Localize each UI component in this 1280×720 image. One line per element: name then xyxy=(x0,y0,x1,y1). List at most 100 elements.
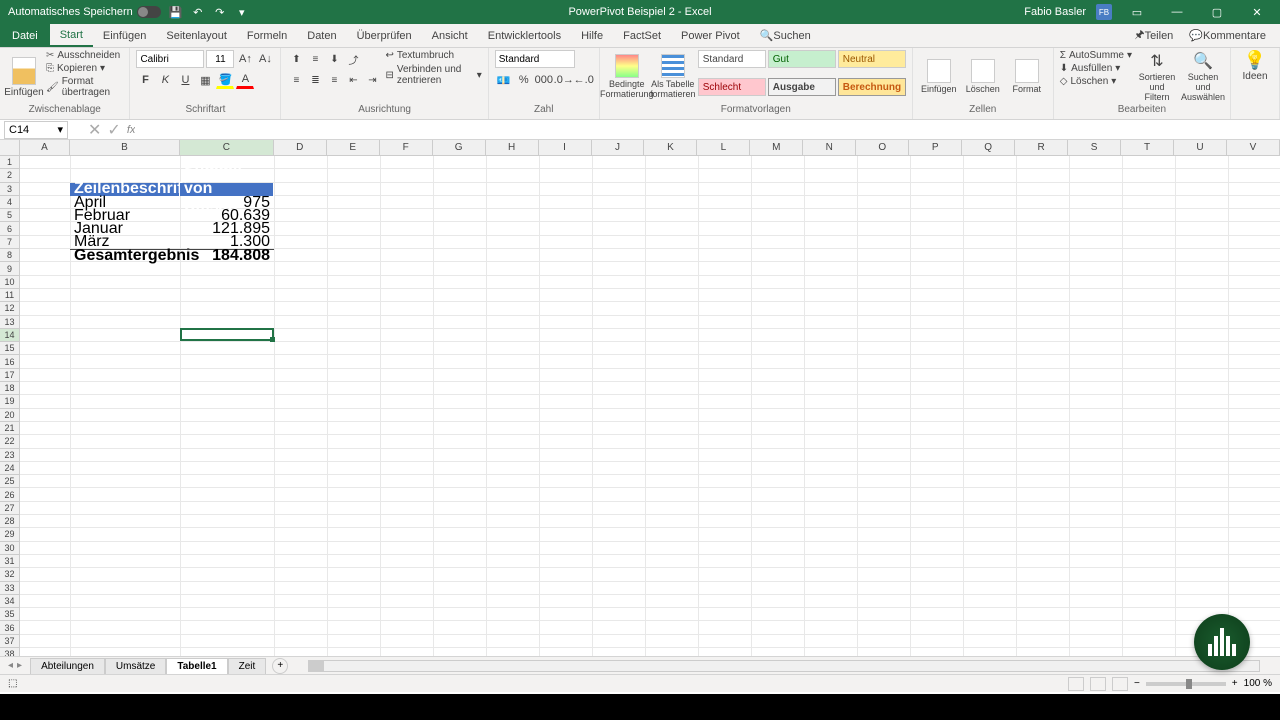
format-cells-button[interactable]: Format xyxy=(1007,50,1047,104)
sheet-tab-zeit[interactable]: Zeit xyxy=(228,658,267,674)
user-avatar[interactable]: FB xyxy=(1096,4,1112,20)
row-header-12[interactable]: 12 xyxy=(0,302,19,315)
col-header-J[interactable]: J xyxy=(592,140,645,155)
row-header-2[interactable]: 2 xyxy=(0,169,19,182)
col-header-N[interactable]: N xyxy=(803,140,856,155)
col-header-U[interactable]: U xyxy=(1174,140,1227,155)
cells-area[interactable]: Zeilenbeschriftungen▼Summe von UmsatzApr… xyxy=(20,156,1280,656)
col-header-K[interactable]: K xyxy=(644,140,697,155)
normal-view-button[interactable] xyxy=(1068,677,1084,691)
row-header-27[interactable]: 27 xyxy=(0,502,19,515)
col-header-M[interactable]: M xyxy=(750,140,803,155)
row-header-16[interactable]: 16 xyxy=(0,355,19,368)
tab-seitenlayout[interactable]: Seitenlayout xyxy=(156,24,237,47)
col-header-H[interactable]: H xyxy=(486,140,539,155)
row-header-30[interactable]: 30 xyxy=(0,542,19,555)
delete-cells-button[interactable]: Löschen xyxy=(963,50,1003,104)
thousands-button[interactable]: 000 xyxy=(535,71,553,89)
border-button[interactable]: ▦ xyxy=(196,71,214,89)
row-header-1[interactable]: 1 xyxy=(0,156,19,169)
font-color-button[interactable]: A xyxy=(236,71,254,89)
decimal-increase-button[interactable]: .0→ xyxy=(555,71,573,89)
align-top-button[interactable]: ⬆ xyxy=(287,50,305,68)
row-header-3[interactable]: 3 xyxy=(0,183,19,196)
undo-icon[interactable]: ↶ xyxy=(191,5,205,19)
row-header-37[interactable]: 37 xyxy=(0,635,19,648)
ribbon-options-icon[interactable]: ▭ xyxy=(1122,0,1152,24)
autosave-toggle[interactable]: Automatisches Speichern xyxy=(8,6,161,18)
bold-button[interactable]: F xyxy=(136,71,154,89)
row-header-15[interactable]: 15 xyxy=(0,342,19,355)
col-header-L[interactable]: L xyxy=(697,140,750,155)
ideas-button[interactable]: 💡 Ideen xyxy=(1237,50,1273,82)
formula-input[interactable] xyxy=(135,121,1280,139)
font-size-select[interactable] xyxy=(206,50,234,68)
page-break-view-button[interactable] xyxy=(1112,677,1128,691)
horizontal-scrollbar[interactable] xyxy=(308,660,1260,672)
col-header-V[interactable]: V xyxy=(1227,140,1280,155)
indent-left-button[interactable]: ⇤ xyxy=(344,71,362,89)
tab-power pivot[interactable]: Power Pivot xyxy=(671,24,750,47)
indent-right-button[interactable]: ⇥ xyxy=(363,71,381,89)
tab-ansicht[interactable]: Ansicht xyxy=(422,24,478,47)
currency-button[interactable]: 💶 xyxy=(495,71,513,89)
row-header-21[interactable]: 21 xyxy=(0,422,19,435)
minimize-icon[interactable]: — xyxy=(1162,0,1192,24)
pivot-total-value[interactable]: 184.808 xyxy=(180,249,274,262)
merge-center-button[interactable]: ⊟Verbinden und zentrieren ▾ xyxy=(385,64,481,86)
sort-filter-button[interactable]: ⇅Sortieren und Filtern xyxy=(1136,50,1178,104)
name-box[interactable]: C14▾ xyxy=(4,121,68,139)
row-header-31[interactable]: 31 xyxy=(0,555,19,568)
sheet-tab-abteilungen[interactable]: Abteilungen xyxy=(30,658,105,674)
col-header-E[interactable]: E xyxy=(327,140,380,155)
row-header-34[interactable]: 34 xyxy=(0,595,19,608)
col-header-O[interactable]: O xyxy=(856,140,909,155)
fill-button[interactable]: ⬇ Ausfüllen ▾ xyxy=(1060,63,1132,74)
style-schlecht[interactable]: Schlecht xyxy=(698,78,766,96)
align-left-button[interactable]: ≡ xyxy=(287,71,305,89)
col-header-D[interactable]: D xyxy=(274,140,327,155)
row-header-22[interactable]: 22 xyxy=(0,435,19,448)
row-header-38[interactable]: 38 xyxy=(0,648,19,656)
align-center-button[interactable]: ≣ xyxy=(306,71,324,89)
decimal-decrease-button[interactable]: ←.0 xyxy=(575,71,593,89)
insert-cells-button[interactable]: Einfügen xyxy=(919,50,959,104)
toggle-switch[interactable] xyxy=(137,6,161,18)
tab-file[interactable]: Datei xyxy=(0,24,50,47)
row-header-33[interactable]: 33 xyxy=(0,582,19,595)
col-header-C[interactable]: C xyxy=(180,140,274,155)
zoom-out-button[interactable]: − xyxy=(1134,678,1140,689)
save-icon[interactable]: 💾 xyxy=(169,5,183,19)
orientation-button[interactable]: ⤴ xyxy=(344,50,362,68)
zoom-in-button[interactable]: + xyxy=(1232,678,1238,689)
style-standard[interactable]: Standard xyxy=(698,50,766,68)
pivot-total-label[interactable]: Gesamtergebnis xyxy=(70,249,180,262)
row-header-23[interactable]: 23 xyxy=(0,449,19,462)
tab-einfügen[interactable]: Einfügen xyxy=(93,24,156,47)
style-gut[interactable]: Gut xyxy=(768,50,836,68)
format-painter-button[interactable]: 🖌Format übertragen xyxy=(46,76,123,98)
record-macro-icon[interactable]: ⬚ xyxy=(8,678,17,689)
find-select-button[interactable]: 🔍Suchen und Auswählen xyxy=(1182,50,1224,104)
row-header-24[interactable]: 24 xyxy=(0,462,19,475)
row-header-35[interactable]: 35 xyxy=(0,608,19,621)
col-header-B[interactable]: B xyxy=(70,140,180,155)
col-header-I[interactable]: I xyxy=(539,140,592,155)
col-header-F[interactable]: F xyxy=(380,140,433,155)
sheet-tab-tabelle1[interactable]: Tabelle1 xyxy=(166,658,227,674)
tab-start[interactable]: Start xyxy=(50,24,93,47)
share-button[interactable]: 🖈 Teilen xyxy=(1128,26,1179,45)
align-bottom-button[interactable]: ⬇ xyxy=(325,50,343,68)
row-header-36[interactable]: 36 xyxy=(0,621,19,634)
italic-button[interactable]: K xyxy=(156,71,174,89)
row-header-14[interactable]: 14 xyxy=(0,329,19,342)
copy-button[interactable]: ⎘Kopieren ▾ xyxy=(46,63,123,74)
close-icon[interactable]: ✕ xyxy=(1242,0,1272,24)
row-header-6[interactable]: 6 xyxy=(0,222,19,235)
col-header-P[interactable]: P xyxy=(909,140,962,155)
enter-formula-icon[interactable]: ✓ xyxy=(107,120,120,140)
col-header-Q[interactable]: Q xyxy=(962,140,1015,155)
qat-dropdown-icon[interactable]: ▾ xyxy=(235,5,249,19)
col-header-G[interactable]: G xyxy=(433,140,486,155)
decrease-font-button[interactable]: A↓ xyxy=(256,50,274,68)
